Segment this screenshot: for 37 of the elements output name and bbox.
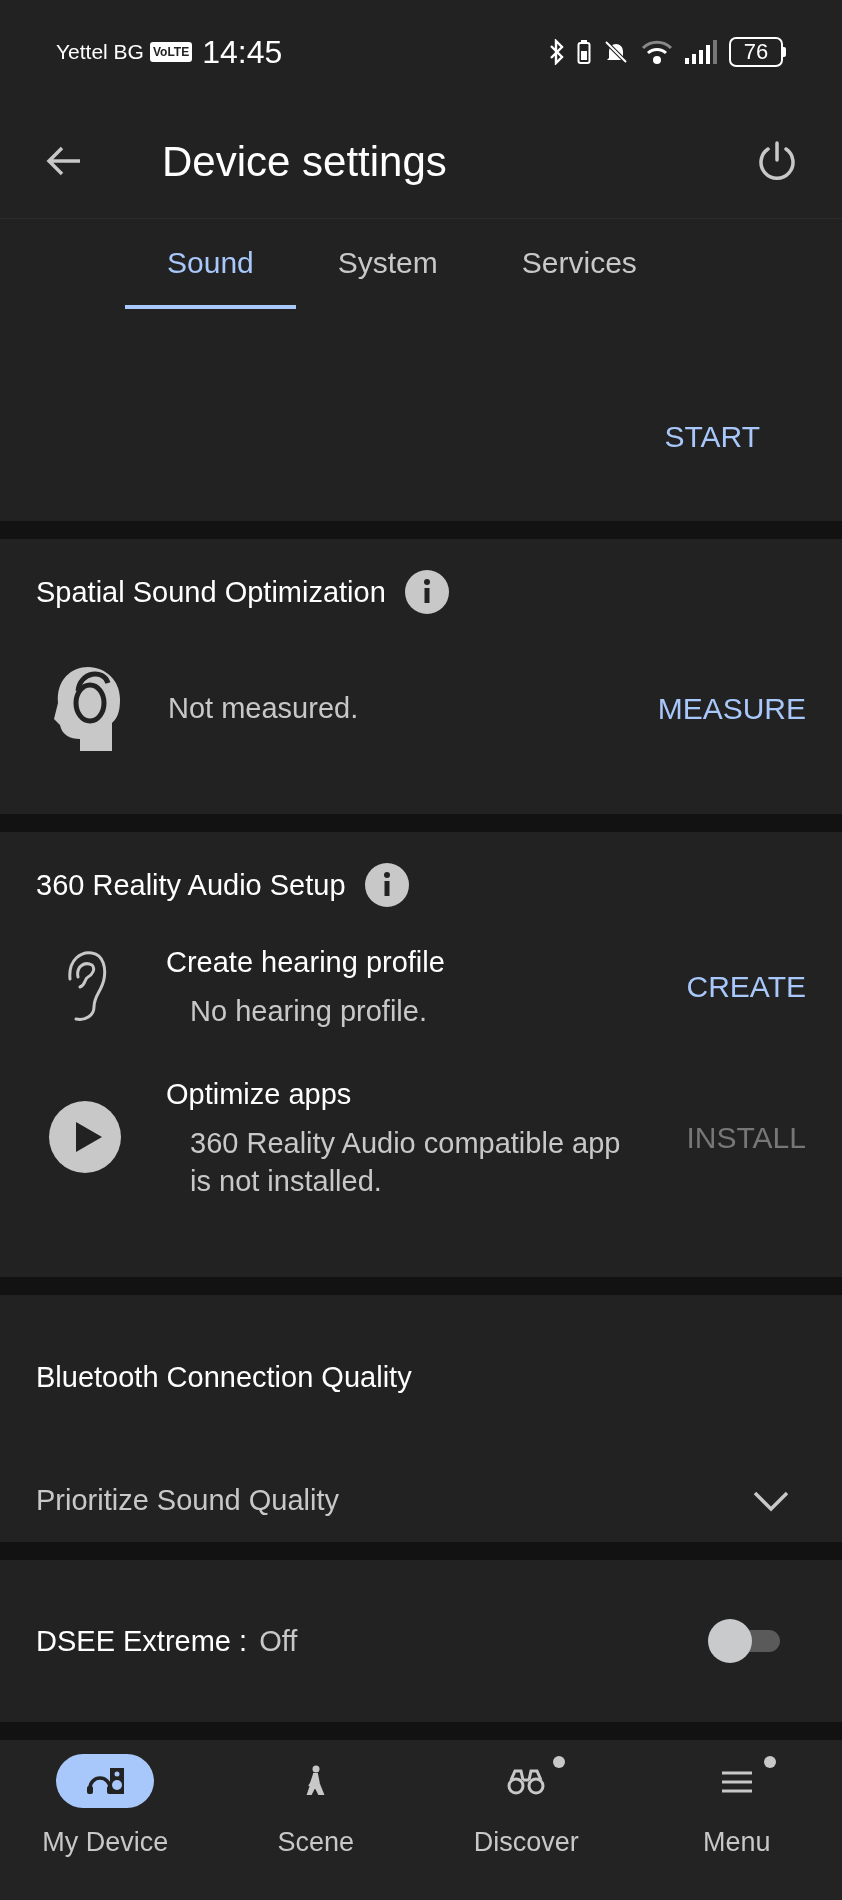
action-button[interactable]: CREATE	[686, 963, 806, 1009]
nav-item[interactable]: Scene	[210, 1740, 421, 1900]
toggle-switch[interactable]	[708, 1619, 780, 1664]
screen-title: Device settings	[162, 136, 448, 187]
network-badge: VoLTE	[149, 41, 193, 62]
status-text: Not measured.	[168, 690, 360, 726]
action-button: INSTALL	[686, 1114, 806, 1160]
nav-item[interactable]: My Device	[0, 1740, 211, 1900]
section-title: 360 Reality Audio Setup	[36, 867, 346, 903]
battery-level: 76	[743, 40, 769, 63]
bluetooth-icon	[549, 38, 565, 65]
carrier-name: Yettel BG	[56, 39, 144, 66]
item-title: Create hearing profile	[166, 945, 446, 981]
tab[interactable]: System	[295, 219, 480, 310]
info-icon	[403, 569, 450, 616]
section-title: Spatial Sound Optimization	[36, 574, 386, 610]
item-title: Optimize apps	[166, 1077, 353, 1113]
play-icon	[48, 1100, 122, 1175]
nav-item[interactable]: Menu	[631, 1740, 842, 1900]
measure-button[interactable]: MEASURE	[657, 685, 806, 731]
battery-small-icon	[577, 38, 591, 65]
nav-item[interactable]: Discover	[421, 1740, 632, 1900]
power-icon[interactable]	[756, 140, 798, 183]
quality-dropdown[interactable]: Prioritize Sound Quality	[36, 1479, 806, 1523]
tab[interactable]: Services	[479, 219, 679, 310]
clock: 14:45	[202, 32, 283, 72]
setting-value: Off	[259, 1623, 299, 1659]
item-subtitle: 360 Reality Audio compatible app is not installed.	[189, 1126, 622, 1200]
wifi-icon	[641, 38, 673, 65]
chevron-down-icon	[752, 1490, 790, 1513]
signal-icon	[685, 38, 717, 65]
muted-bell-icon	[603, 38, 629, 65]
setting-label: DSEE Extreme :	[36, 1623, 248, 1659]
section-title: Bluetooth Connection Quality	[36, 1360, 413, 1396]
info-icon	[363, 862, 410, 909]
start-button[interactable]: START	[664, 414, 760, 460]
item-subtitle: No hearing profile.	[189, 994, 428, 1030]
